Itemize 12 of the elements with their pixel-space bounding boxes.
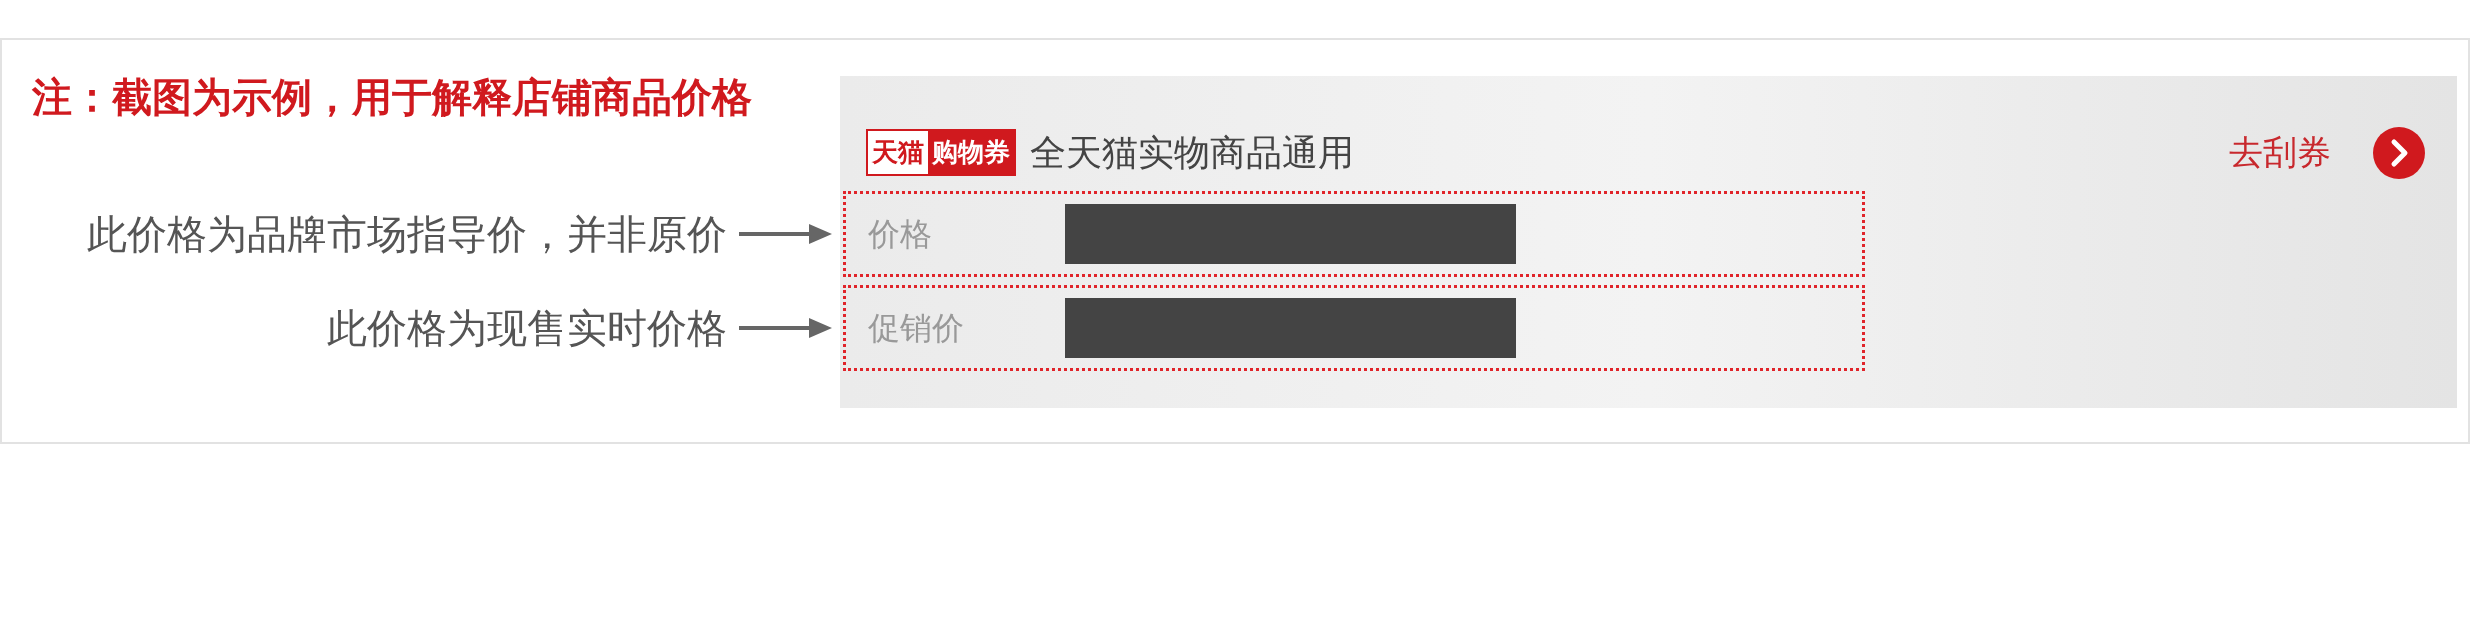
scratch-coupon-link[interactable]: 去刮券 (2229, 127, 2331, 178)
price-label: 促销价 (868, 309, 965, 348)
coupon-description: 全天猫实物商品通用 (1030, 130, 1354, 175)
arrow-icon (739, 316, 832, 340)
coupon-label: 购物券 (928, 131, 1014, 174)
chevron-right-icon[interactable] (2373, 126, 2425, 179)
annotation-text: 此价格为品牌市场指导价，并非原价 (87, 211, 727, 258)
annotation-text: 此价格为现售实时价格 (327, 305, 727, 352)
arrow-icon (739, 222, 832, 246)
brand-label: 天猫 (868, 131, 928, 174)
note-text: 注：截图为示例，用于解释店铺商品价格 (32, 75, 753, 119)
price-label: 价格 (868, 215, 933, 254)
